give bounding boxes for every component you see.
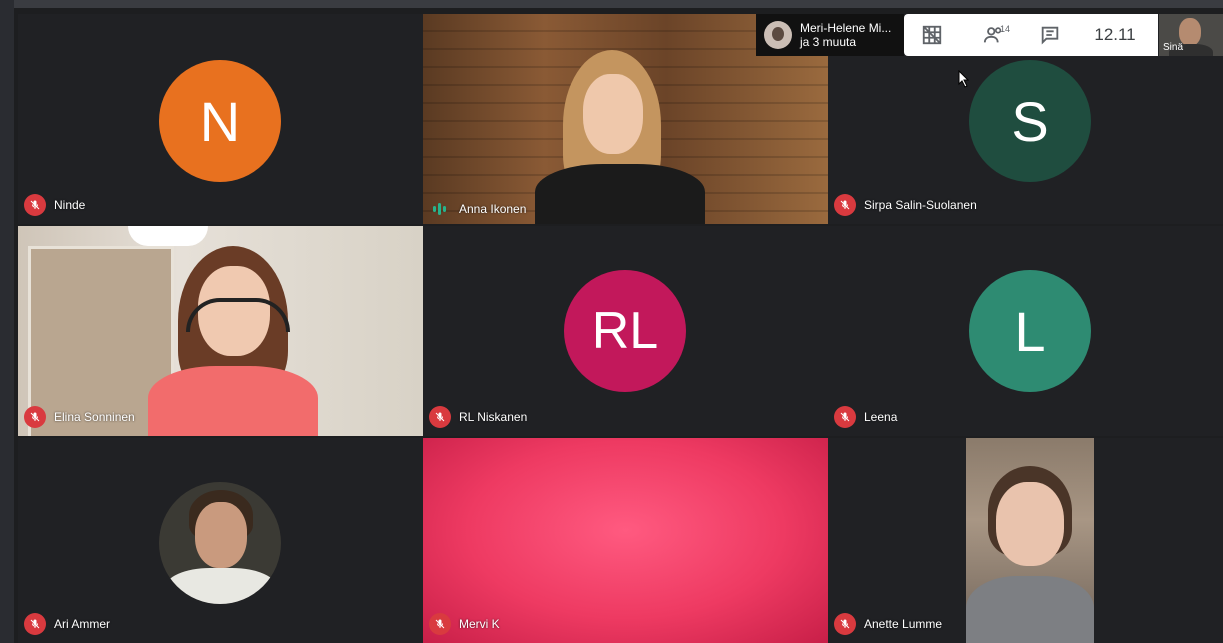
participant-name: Leena xyxy=(864,410,898,424)
mic-muted-icon xyxy=(24,406,46,428)
participant-tile-mervi-k[interactable]: Mervi K xyxy=(423,438,828,643)
window-top-strip xyxy=(14,0,1223,8)
portrait-video xyxy=(966,438,1094,643)
presenter-avatar xyxy=(764,21,792,49)
face xyxy=(996,482,1064,566)
avatar-initial: S xyxy=(1011,89,1049,153)
participant-tile-anette-lumme[interactable]: Anette Lumme xyxy=(828,438,1223,643)
avatar: N xyxy=(159,60,281,182)
participant-tile-ari-ammer[interactable]: Ari Ammer xyxy=(18,438,423,643)
mic-muted-icon xyxy=(429,406,451,428)
participant-label: Ninde xyxy=(24,194,85,216)
avatar-initial: L xyxy=(1014,299,1046,363)
mic-muted-icon xyxy=(834,194,856,216)
mic-muted-icon xyxy=(24,613,46,635)
participant-name: RL Niskanen xyxy=(459,410,528,424)
layout-button[interactable] xyxy=(904,14,960,56)
self-label: Sinä xyxy=(1163,42,1184,53)
participants-button[interactable]: 14 xyxy=(960,14,1028,56)
avatar-initial: N xyxy=(199,89,241,153)
mic-muted-icon xyxy=(429,613,451,635)
presenter-others: ja 3 muuta xyxy=(800,35,857,49)
ceiling-light xyxy=(128,226,208,246)
mouse-pointer-icon xyxy=(958,69,970,93)
self-view-tile[interactable]: Sinä xyxy=(1159,14,1223,56)
chat-button[interactable] xyxy=(1028,14,1072,56)
avatar-photo xyxy=(159,482,281,604)
window-edge xyxy=(0,0,14,643)
avatar: S xyxy=(969,60,1091,182)
chat-icon xyxy=(1041,26,1059,45)
participant-name: Anna Ikonen xyxy=(459,202,527,216)
face xyxy=(583,74,643,154)
participant-name: Ari Ammer xyxy=(54,617,111,631)
avatar-initial: RL xyxy=(591,302,659,360)
participant-name: Anette Lumme xyxy=(864,617,943,631)
participant-grid: N Ninde Anna Ikonen S Sirpa Salin-Suolan… xyxy=(18,14,1223,643)
speaking-indicator-icon xyxy=(433,202,451,216)
presenter-chip[interactable]: Meri-Helene Mi... ja 3 muuta xyxy=(756,14,904,56)
mic-muted-icon xyxy=(834,406,856,428)
participant-label: RL Niskanen xyxy=(429,406,527,428)
participant-tile-elina-sonninen[interactable]: Elina Sonninen xyxy=(18,226,423,436)
participant-label: Sirpa Salin-Suolanen xyxy=(834,194,977,216)
participant-label: Ari Ammer xyxy=(24,613,110,635)
participant-label: Anna Ikonen xyxy=(429,202,526,216)
participant-label: Mervi K xyxy=(429,613,500,635)
headset xyxy=(186,298,290,332)
clock: 12.11 xyxy=(1072,14,1158,56)
participant-tile-leena[interactable]: L Leena xyxy=(828,226,1223,436)
shirt xyxy=(535,164,705,224)
participant-name: Sirpa Salin-Suolanen xyxy=(864,198,977,212)
participant-tile-ninde[interactable]: N Ninde xyxy=(18,14,423,224)
presenter-name: Meri-Helene Mi... xyxy=(800,21,892,35)
clock-time: 12.11 xyxy=(1094,25,1136,44)
mic-muted-icon xyxy=(834,613,856,635)
participants-count: 14 xyxy=(1000,24,1011,34)
shirt xyxy=(966,576,1094,643)
meeting-toolbar: 14 12.11 xyxy=(904,14,1158,56)
shirt xyxy=(148,366,318,436)
participant-name: Mervi K xyxy=(459,617,500,631)
avatar: RL xyxy=(564,270,686,392)
participant-name: Elina Sonninen xyxy=(54,410,135,424)
photo-face xyxy=(195,502,247,568)
photo-shirt xyxy=(165,568,277,604)
participant-label: Anette Lumme xyxy=(834,613,942,635)
participant-label: Leena xyxy=(834,406,897,428)
avatar: L xyxy=(969,270,1091,392)
participant-tile-rl-niskanen[interactable]: RL RL Niskanen xyxy=(423,226,828,436)
participant-name: Ninde xyxy=(54,198,86,212)
participant-label: Elina Sonninen xyxy=(24,406,135,428)
mic-muted-icon xyxy=(24,194,46,216)
grid-layout-icon xyxy=(922,25,942,45)
